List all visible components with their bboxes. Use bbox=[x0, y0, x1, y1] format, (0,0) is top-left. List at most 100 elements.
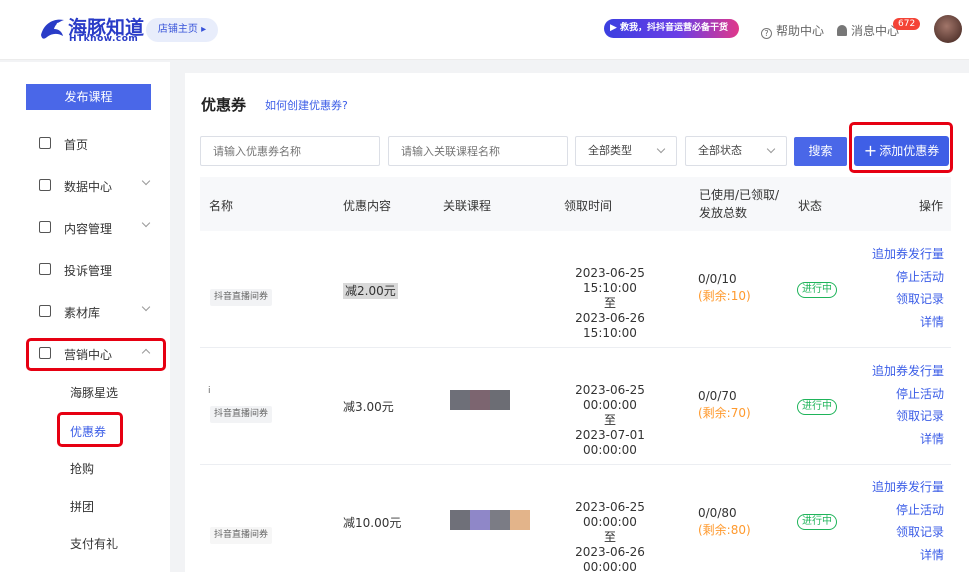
home-icon bbox=[39, 137, 51, 149]
chevron-down-icon bbox=[141, 176, 151, 186]
dolphin-logo-icon bbox=[41, 19, 64, 39]
message-center-link[interactable]: 消息中心 bbox=[837, 22, 899, 39]
coupon-name-input[interactable] bbox=[200, 136, 380, 166]
promo-banner[interactable]: ▶ 救我，抖抖音运营必备干货 bbox=[604, 19, 739, 38]
sidebar-subitem-dolphin-select[interactable]: 海豚星选 bbox=[70, 384, 118, 401]
col-actions: 操作 bbox=[918, 199, 943, 213]
usage-counts: 0/0/70 (剩余:70) bbox=[698, 388, 751, 422]
chevron-down-icon bbox=[141, 218, 151, 228]
sidebar: 发布课程 首页 数据中心 内容管理 投诉管理 素材库 营销中心 海豚星选 优惠券… bbox=[0, 62, 170, 572]
discount-value: 减10.00元 bbox=[343, 516, 402, 530]
coupon-type-tag: 抖音直播间券 bbox=[210, 527, 273, 544]
help-center-label: 帮助中心 bbox=[776, 24, 825, 38]
add-issuance-link[interactable]: 追加券发行量 bbox=[872, 243, 944, 266]
help-center-link[interactable]: ? 帮助中心 bbox=[761, 22, 824, 39]
col-counts: 已使用/已领取/发放总数 bbox=[699, 188, 780, 220]
status-select-value: 全部状态 bbox=[698, 144, 742, 157]
status-badge: 进行中 bbox=[797, 399, 837, 415]
course-thumbnail bbox=[450, 510, 470, 530]
claim-time-sep: 至 bbox=[603, 296, 616, 310]
sidebar-item-materials[interactable]: 素材库 bbox=[0, 291, 170, 333]
how-to-create-link[interactable]: 如何创建优惠券? bbox=[265, 97, 348, 113]
sidebar-item-content[interactable]: 内容管理 bbox=[0, 207, 170, 249]
claim-time: 2023-06-25 00:00:00 至 2023-06-26 00:00:0… bbox=[550, 500, 670, 572]
sidebar-item-home[interactable]: 首页 bbox=[0, 123, 170, 165]
highlight-add-coupon bbox=[849, 122, 953, 173]
chart-icon bbox=[39, 179, 51, 191]
usage-counts: 0/0/10 (剩余:10) bbox=[698, 271, 751, 305]
sidebar-item-label: 内容管理 bbox=[64, 222, 113, 236]
claim-time-end: 2023-07-01 00:00:00 bbox=[575, 428, 645, 457]
highlight-coupons bbox=[57, 412, 123, 447]
main-panel: 优惠券 如何创建优惠券? 全部类型 全部状态 搜索 +添加优惠券 名称 优惠内容… bbox=[185, 73, 969, 572]
col-name: 名称 bbox=[209, 199, 234, 213]
course-thumbnail bbox=[490, 390, 510, 410]
stop-activity-link[interactable]: 停止活动 bbox=[872, 383, 944, 406]
usage-counts: 0/0/80 (剩余:80) bbox=[698, 505, 751, 539]
claim-time-sep: 至 bbox=[603, 413, 616, 427]
claim-time: 2023-06-25 00:00:00 至 2023-07-01 00:00:0… bbox=[550, 383, 670, 458]
top-header: 海豚知道 HTknow.com 店铺主页 ▸ ▶ 救我，抖抖音运营必备干货 ? 帮… bbox=[0, 0, 969, 60]
claim-time-end: 2023-06-26 15:10:00 bbox=[575, 311, 645, 340]
claim-records-link[interactable]: 领取记录 bbox=[872, 405, 944, 428]
stop-activity-link[interactable]: 停止活动 bbox=[872, 266, 944, 289]
details-link[interactable]: 详情 bbox=[872, 544, 944, 567]
coupon-type-tag: 抖音直播间券 bbox=[210, 406, 273, 423]
publish-course-button[interactable]: 发布课程 bbox=[26, 84, 151, 110]
col-course: 关联课程 bbox=[443, 199, 492, 213]
sidebar-item-label: 素材库 bbox=[64, 306, 101, 320]
store-home-button[interactable]: 店铺主页 ▸ bbox=[146, 18, 218, 42]
type-select[interactable]: 全部类型 bbox=[575, 136, 677, 166]
course-thumbnail bbox=[450, 390, 470, 410]
course-thumbnail bbox=[510, 510, 530, 530]
type-select-value: 全部类型 bbox=[588, 144, 632, 157]
details-link[interactable]: 详情 bbox=[872, 311, 944, 334]
course-thumbnail bbox=[490, 510, 510, 530]
status-badge: 进行中 bbox=[797, 282, 837, 298]
question-icon: ? bbox=[761, 28, 772, 39]
coupon-name: i bbox=[208, 386, 211, 396]
stop-activity-link[interactable]: 停止活动 bbox=[872, 499, 944, 522]
sidebar-item-data-center[interactable]: 数据中心 bbox=[0, 165, 170, 207]
discount-value: 减3.00元 bbox=[343, 400, 394, 414]
claim-time-start: 2023-06-25 15:10:00 bbox=[575, 266, 645, 295]
claim-records-link[interactable]: 领取记录 bbox=[872, 521, 944, 544]
course-thumbnail bbox=[470, 390, 490, 410]
usage-counts-value: 0/0/70 bbox=[698, 389, 737, 403]
search-button[interactable]: 搜索 bbox=[794, 137, 847, 166]
add-issuance-link[interactable]: 追加券发行量 bbox=[872, 360, 944, 383]
claim-records-link[interactable]: 领取记录 bbox=[872, 288, 944, 311]
sidebar-item-label: 投诉管理 bbox=[64, 264, 113, 278]
sidebar-subitem-pay-gift[interactable]: 支付有礼 bbox=[70, 535, 118, 552]
table-row: 抖音直播间券 减10.00元 2023-06-25 00:00:00 至 202… bbox=[200, 465, 951, 572]
sidebar-item-complaints[interactable]: 投诉管理 bbox=[0, 249, 170, 291]
remaining-count: (剩余:80) bbox=[698, 523, 751, 537]
coupon-type-tag: 抖音直播间券 bbox=[210, 289, 273, 306]
sidebar-subitem-flash-sale[interactable]: 抢购 bbox=[70, 460, 94, 477]
message-count-badge: 672 bbox=[893, 18, 921, 30]
logo[interactable]: 海豚知道 HTknow.com bbox=[38, 14, 163, 46]
chevron-down-icon bbox=[141, 302, 151, 312]
table-row: 抖音直播间券 减2.00元 2023-06-25 15:10:00 至 2023… bbox=[200, 231, 951, 348]
status-badge: 进行中 bbox=[797, 514, 837, 530]
status-select[interactable]: 全部状态 bbox=[685, 136, 787, 166]
details-link[interactable]: 详情 bbox=[872, 428, 944, 451]
usage-counts-value: 0/0/80 bbox=[698, 506, 737, 520]
highlight-marketing bbox=[26, 338, 166, 371]
claim-time-start: 2023-06-25 00:00:00 bbox=[575, 383, 645, 412]
course-name-input[interactable] bbox=[388, 136, 568, 166]
chevron-down-icon bbox=[656, 144, 666, 154]
folder-icon bbox=[39, 305, 51, 317]
add-issuance-link[interactable]: 追加券发行量 bbox=[872, 476, 944, 499]
complaint-icon bbox=[39, 263, 51, 275]
document-icon bbox=[39, 221, 51, 233]
sidebar-subitem-group-buy[interactable]: 拼团 bbox=[70, 498, 94, 515]
course-thumbnail bbox=[470, 510, 490, 530]
table-header: 名称 优惠内容 关联课程 领取时间 已使用/已领取/发放总数 状态 操作 bbox=[200, 177, 951, 231]
usage-counts-value: 0/0/10 bbox=[698, 272, 737, 286]
row-actions: 追加券发行量 停止活动 领取记录 详情 bbox=[872, 476, 944, 566]
bell-icon bbox=[837, 25, 847, 36]
col-status: 状态 bbox=[798, 199, 823, 213]
row-actions: 追加券发行量 停止活动 领取记录 详情 bbox=[872, 243, 944, 333]
avatar[interactable] bbox=[934, 15, 962, 43]
